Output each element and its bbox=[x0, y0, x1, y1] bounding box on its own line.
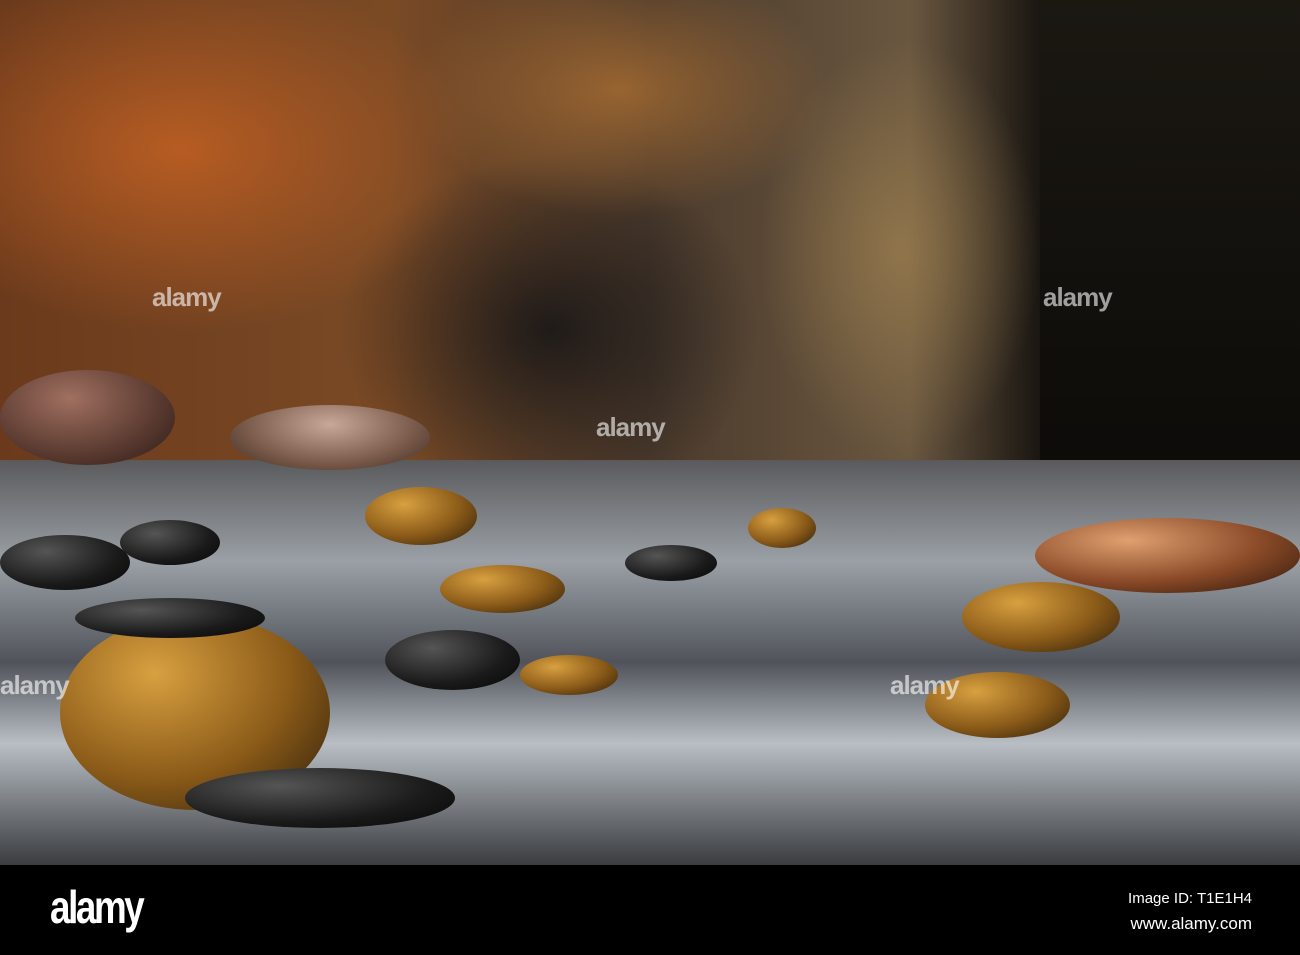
watermark: alamy bbox=[596, 412, 666, 442]
rock bbox=[625, 545, 717, 581]
rock bbox=[0, 535, 130, 590]
shadowed-wall bbox=[1040, 0, 1300, 520]
watermark: alamy bbox=[152, 282, 222, 312]
rock bbox=[748, 508, 816, 548]
watermark: alamy bbox=[0, 670, 70, 700]
rock bbox=[185, 768, 455, 828]
canyon-river-photo: alamy alamy alamy alamy alamy bbox=[0, 0, 1300, 865]
rock bbox=[962, 582, 1120, 652]
rock bbox=[440, 565, 565, 613]
rock bbox=[520, 655, 618, 695]
watermark: alamy bbox=[890, 670, 960, 700]
rock bbox=[230, 405, 430, 470]
alamy-logo: alamy bbox=[50, 881, 145, 933]
rock bbox=[75, 598, 265, 638]
rock bbox=[0, 370, 175, 465]
image-id: Image ID: T1E1H4 bbox=[1128, 890, 1252, 907]
rock bbox=[365, 487, 477, 545]
rock bbox=[385, 630, 520, 690]
rock bbox=[120, 520, 220, 565]
rock bbox=[1035, 518, 1300, 593]
website-link[interactable]: www.alamy.com bbox=[1130, 914, 1252, 934]
watermark: alamy bbox=[1043, 282, 1113, 312]
footer-bar bbox=[0, 865, 1300, 955]
